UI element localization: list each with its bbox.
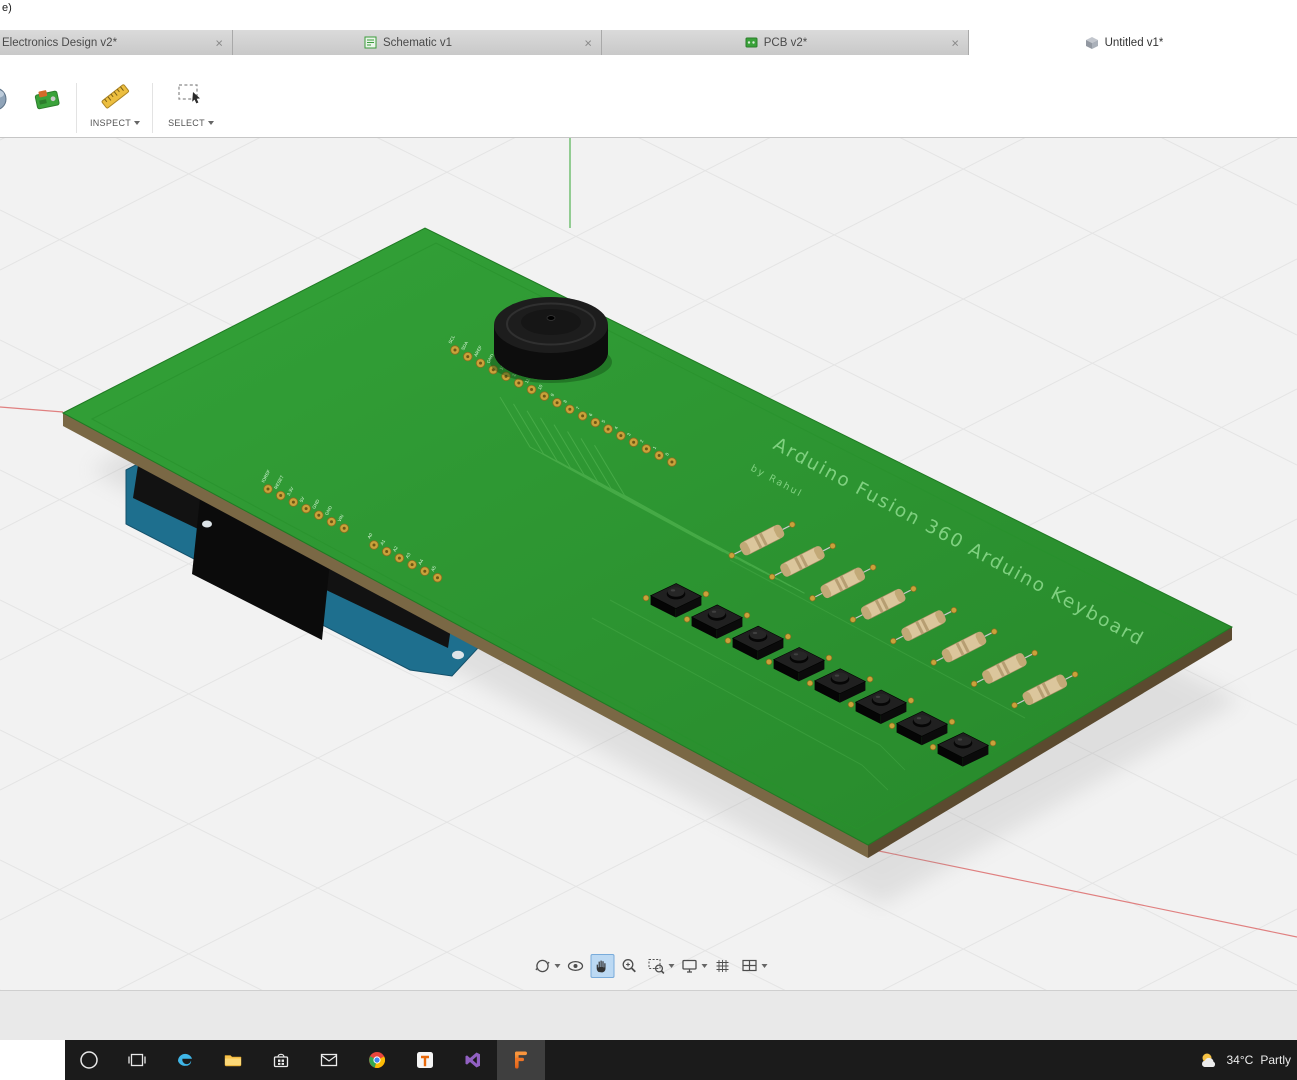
board-tool-icon[interactable] (32, 85, 62, 118)
weather-widget[interactable]: 34°C Partly (1198, 1040, 1296, 1080)
select-menu[interactable]: SELECT (160, 81, 222, 128)
toolbar-separator (152, 83, 153, 133)
mail-icon[interactable] (305, 1040, 353, 1080)
clipped-tool-icon[interactable] (0, 85, 15, 118)
chevron-down-icon (208, 121, 214, 125)
buzzer (490, 297, 612, 383)
partly-sunny-icon (1198, 1050, 1220, 1070)
toolbar-separator (76, 83, 77, 133)
document-tab-bar: Electronics Design v2* × Schematic v1 × … (0, 30, 1297, 55)
close-tab-icon[interactable]: × (584, 36, 592, 49)
chevron-down-icon[interactable] (701, 964, 707, 968)
edge-icon[interactable] (161, 1040, 209, 1080)
3d-viewport[interactable]: SCLSDAAREFGND131211109876543210IOREFRESE… (0, 138, 1297, 990)
measure-ruler-icon (100, 81, 130, 111)
pan-button[interactable] (590, 954, 614, 978)
tab-electronics-design[interactable]: Electronics Design v2* × (0, 30, 233, 55)
grid-button[interactable] (710, 954, 734, 978)
schematic-icon (364, 36, 377, 49)
start-button[interactable] (0, 1040, 65, 1080)
view-navigation-bar (530, 954, 767, 978)
file-explorer-icon[interactable] (209, 1040, 257, 1080)
tab-label: Untitled v1* (1105, 37, 1164, 49)
tab-label: PCB v2* (764, 37, 807, 49)
tab-untitled[interactable]: Untitled v1* (969, 30, 1297, 55)
close-tab-icon[interactable]: × (215, 36, 223, 49)
scene-svg: SCLSDAAREFGND131211109876543210IOREFRESE… (0, 138, 1297, 990)
select-label: SELECT (168, 118, 205, 128)
mounting-hole (202, 521, 212, 528)
close-tab-icon[interactable]: × (951, 36, 959, 49)
display-settings-button[interactable] (677, 954, 701, 978)
chevron-down-icon (134, 121, 140, 125)
zoom-window-button[interactable] (644, 954, 668, 978)
chrome-icon[interactable] (353, 1040, 401, 1080)
zoom-button[interactable] (617, 954, 641, 978)
marquee-select-icon (176, 81, 206, 111)
ribbon-toolbar: INSPECT SELECT (0, 55, 1297, 138)
weather-condition: Partly (1260, 1053, 1291, 1067)
weather-temperature: 34°C (1227, 1053, 1254, 1067)
chevron-down-icon[interactable] (668, 964, 674, 968)
mounting-hole (452, 651, 464, 659)
tab-label: Schematic v1 (383, 37, 452, 49)
store-icon[interactable] (257, 1040, 305, 1080)
tab-schematic[interactable]: Schematic v1 × (233, 30, 602, 55)
look-at-button[interactable] (563, 954, 587, 978)
chevron-down-icon[interactable] (761, 964, 767, 968)
tab-pcb[interactable]: PCB v2* × (602, 30, 969, 55)
window-titlebar: e) (0, 0, 1297, 30)
windows-taskbar: 34°C Partly (0, 1040, 1297, 1080)
viewports-button[interactable] (737, 954, 761, 978)
pcb-icon (745, 36, 758, 49)
inspect-label: INSPECT (90, 118, 131, 128)
window-title-fragment: e) (2, 2, 12, 14)
x-axis-left (0, 407, 63, 412)
tab-label: Electronics Design v2* (2, 37, 117, 49)
app-t-icon[interactable] (401, 1040, 449, 1080)
visual-studio-icon[interactable] (449, 1040, 497, 1080)
inspect-menu[interactable]: INSPECT (84, 81, 146, 128)
fusion-360-window: e) Electronics Design v2* × Schematic v1… (0, 0, 1297, 1080)
chevron-down-icon[interactable] (554, 964, 560, 968)
fusion-360-icon[interactable] (497, 1040, 545, 1080)
model-3d-icon (1085, 36, 1099, 50)
task-view-button[interactable] (113, 1040, 161, 1080)
orbit-button[interactable] (530, 954, 554, 978)
status-strip (0, 990, 1297, 1040)
cortana-button[interactable] (65, 1040, 113, 1080)
